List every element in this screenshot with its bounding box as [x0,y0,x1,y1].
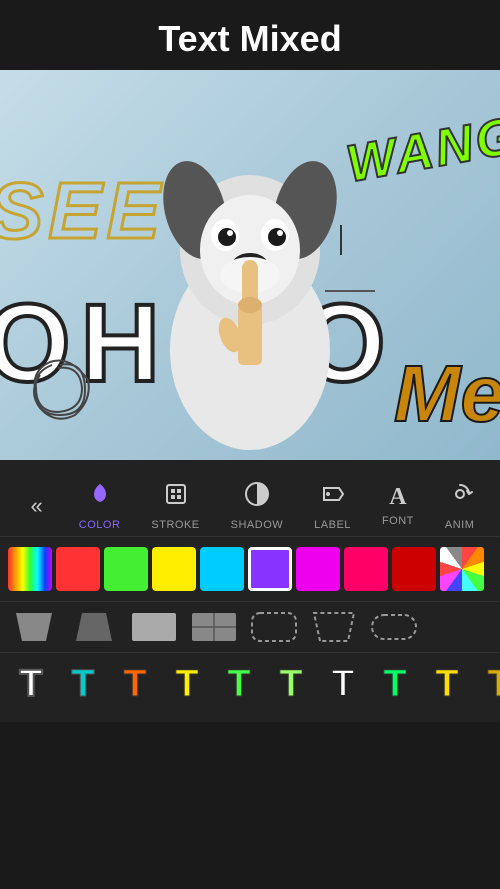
header: Text Mixed [0,0,500,70]
text-style-white-stroke[interactable]: T [320,661,366,707]
label-label: LABEL [314,519,351,531]
tool-anim[interactable]: ANIM [435,475,485,536]
font-label: FONT [382,515,414,527]
text-style-yellow2[interactable]: T [424,661,470,707]
color-swatches [0,537,500,601]
swatch-red[interactable] [56,547,100,591]
shadow-icon [243,480,271,515]
text-style-orange[interactable]: T [112,661,158,707]
color-icon [86,480,114,515]
shape-trapezoid[interactable] [68,607,120,647]
text-style-green2[interactable]: T [372,661,418,707]
text-style-yellow[interactable]: T [164,661,210,707]
swatch-hotpink[interactable] [344,547,388,591]
shadow-label: SHADOW [231,519,284,531]
swatch-cyan[interactable] [200,547,244,591]
swatch-magenta[interactable] [296,547,340,591]
shape-rounded-dashed[interactable] [248,607,300,647]
swatch-yellow[interactable] [152,547,196,591]
gradient-swatch[interactable] [8,547,52,591]
text-styles: T T T T T T T T T T [0,653,500,717]
shape-parallelogram-dashed[interactable] [308,607,360,647]
canvas-scribble [20,350,100,430]
shape-stadium[interactable] [368,607,420,647]
swatch-multi[interactable] [440,547,484,591]
color-label: COLOR [79,519,121,531]
stroke-icon [162,480,190,515]
swatch-green[interactable] [104,547,148,591]
canvas-text-me: Me [394,348,500,440]
tool-font[interactable]: A FONT [372,479,424,532]
shape-parallelogram[interactable] [8,607,60,647]
toolbar: « COLOR STROKE [0,460,500,722]
text-style-teal[interactable]: T [60,661,106,707]
label-icon [319,480,347,515]
swatch-darkred[interactable] [392,547,436,591]
tool-icons-row: « COLOR STROKE [0,470,500,536]
text-style-green[interactable]: T [216,661,262,707]
tool-label[interactable]: LABEL [304,475,361,536]
shape-rectangle[interactable] [128,607,180,647]
tool-stroke[interactable]: STROKE [141,475,209,536]
tool-color[interactable]: COLOR [69,475,131,536]
canvas-area: SEE WANG OH NO Me [0,70,500,460]
dog-illustration [120,90,380,460]
page-title: Text Mixed [0,18,500,60]
anim-label: ANIM [445,519,475,531]
tool-shadow[interactable]: SHADOW [221,475,294,536]
stroke-label: STROKE [151,519,199,531]
shape-swatches [0,602,500,652]
anim-icon [446,480,474,515]
text-style-lightgreen[interactable]: T [268,661,314,707]
shape-grid-rect[interactable] [188,607,240,647]
back-button[interactable]: « [16,488,58,524]
canvas-image: SEE WANG OH NO Me [0,70,500,460]
text-style-gold[interactable]: T [476,661,500,707]
swatch-purple[interactable] [248,547,292,591]
text-style-plain[interactable]: T [8,661,54,707]
font-icon: A [389,484,406,511]
